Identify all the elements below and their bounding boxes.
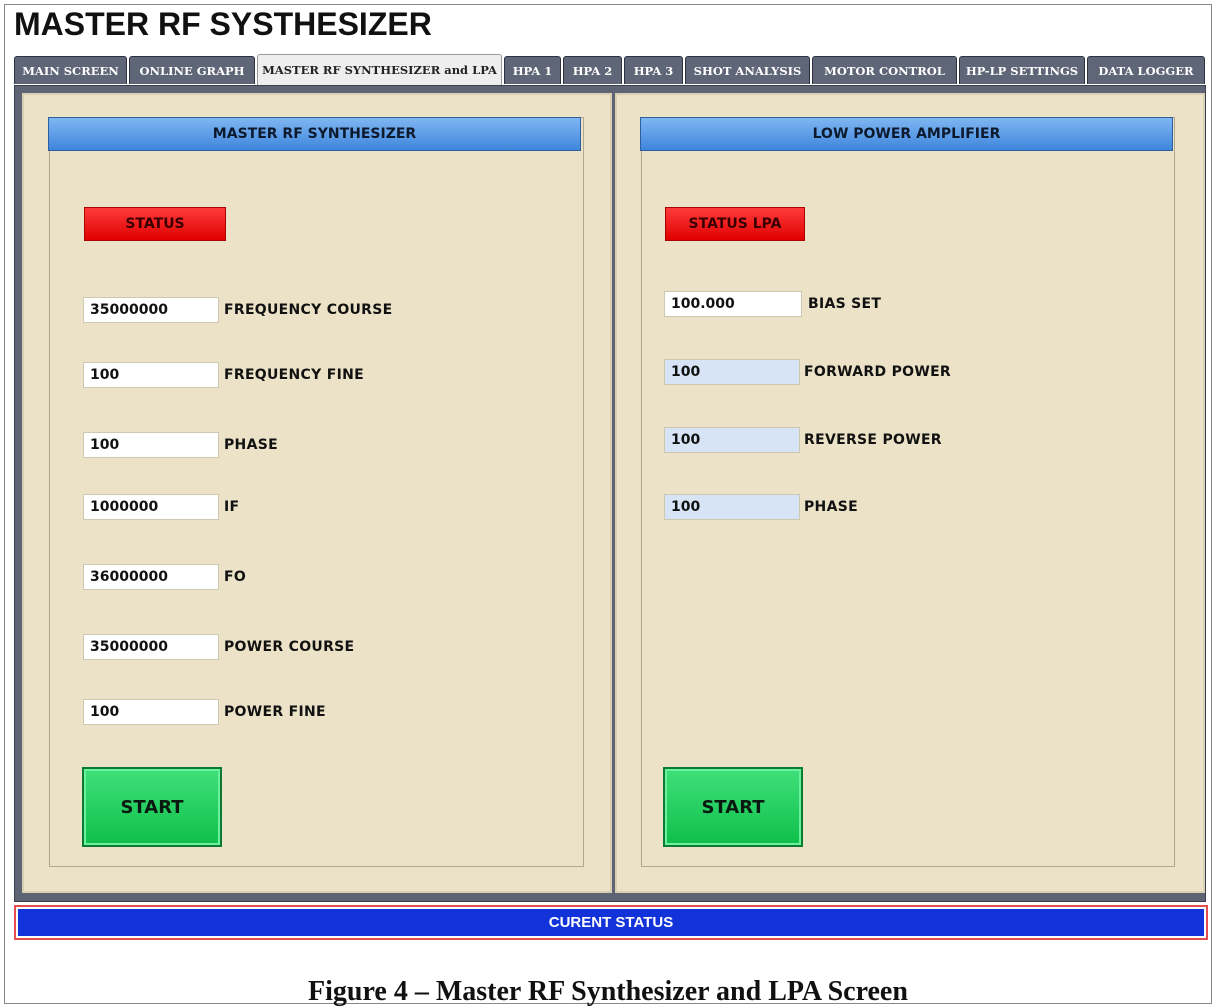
tab-hpa-2[interactable]: HPA 2 xyxy=(563,56,622,84)
tab-hpa-3[interactable]: HPA 3 xyxy=(624,56,683,84)
power-fine-field[interactable] xyxy=(83,699,219,725)
lpa-phase-field xyxy=(664,494,800,520)
current-status-text: CURENT STATUS xyxy=(18,909,1204,936)
tab-online-graph[interactable]: ONLINE GRAPH xyxy=(129,56,255,84)
lpa-start-button[interactable]: START xyxy=(663,767,803,847)
frequency-fine-label: FREQUENCY FINE xyxy=(224,367,364,383)
lpa-phase-label: PHASE xyxy=(804,499,858,515)
lpa-status-indicator: STATUS LPA xyxy=(665,207,805,241)
bias-set-label: BIAS SET xyxy=(808,296,882,312)
tab-main-screen[interactable]: MAIN SCREEN xyxy=(14,56,127,84)
fo-label: FO xyxy=(224,569,247,585)
synth-phase-field[interactable] xyxy=(83,432,219,458)
power-fine-label: POWER FINE xyxy=(224,704,326,720)
frequency-course-field[interactable] xyxy=(83,297,219,323)
fo-field[interactable] xyxy=(83,564,219,590)
synth-status-indicator: STATUS xyxy=(84,207,226,241)
power-course-label: POWER COURSE xyxy=(224,639,355,655)
tab-hp-lp-settings[interactable]: HP-LP SETTINGS xyxy=(959,56,1085,84)
synth-start-button[interactable]: START xyxy=(82,767,222,847)
tab-bar: MAIN SCREEN ONLINE GRAPH MASTER RF SYNTH… xyxy=(14,54,1206,86)
frequency-fine-field[interactable] xyxy=(83,362,219,388)
synth-panel-header: MASTER RF SYNTHESIZER xyxy=(48,117,581,151)
frequency-course-label: FREQUENCY COURSE xyxy=(224,302,393,318)
power-course-field[interactable] xyxy=(83,634,219,660)
current-status-bar: CURENT STATUS xyxy=(14,905,1208,940)
tab-hpa-1[interactable]: HPA 1 xyxy=(504,56,561,84)
forward-power-field xyxy=(664,359,800,385)
forward-power-label: FORWARD POWER xyxy=(804,364,952,380)
reverse-power-label: REVERSE POWER xyxy=(804,432,942,448)
tab-motor-control[interactable]: MOTOR CONTROL xyxy=(812,56,957,84)
tab-shot-analysis[interactable]: SHOT ANALYSIS xyxy=(685,56,810,84)
if-label: IF xyxy=(224,499,240,515)
if-field[interactable] xyxy=(83,494,219,520)
figure-caption: Figure 4 – Master RF Synthesizer and LPA… xyxy=(308,976,908,1007)
reverse-power-field xyxy=(664,427,800,453)
lpa-panel-header: LOW POWER AMPLIFIER xyxy=(640,117,1173,151)
synth-phase-label: PHASE xyxy=(224,437,278,453)
app-title: MASTER RF SYSTHESIZER xyxy=(14,6,432,42)
tab-data-logger[interactable]: DATA LOGGER xyxy=(1087,56,1205,84)
tab-master-rf-synthesizer-lpa[interactable]: MASTER RF SYNTHESIZER and LPA xyxy=(257,54,502,85)
bias-set-field[interactable] xyxy=(664,291,802,317)
